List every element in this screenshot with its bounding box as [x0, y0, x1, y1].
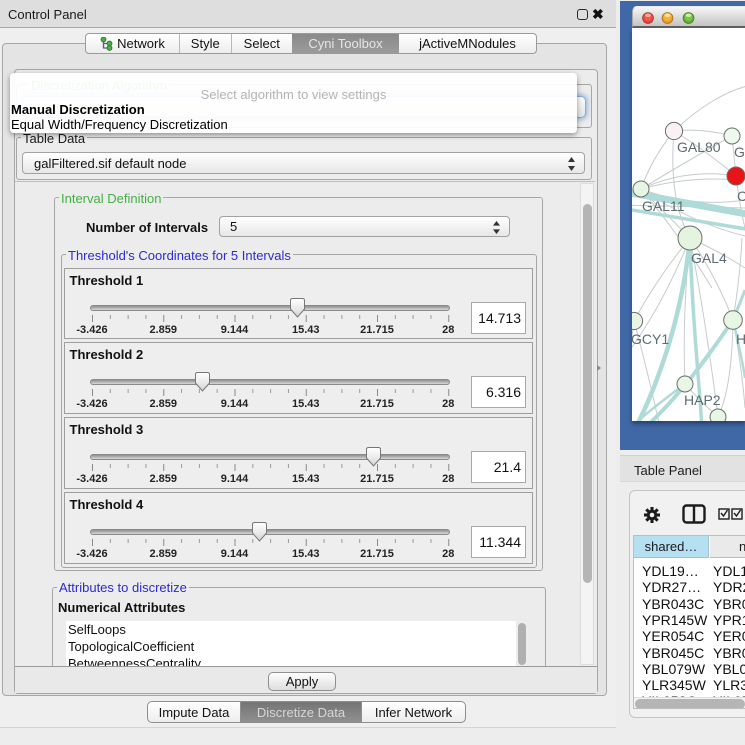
- svg-text:GAL4: GAL4: [691, 250, 727, 266]
- svg-text:HAP2: HAP2: [684, 392, 721, 408]
- svg-text:GAL11: GAL11: [642, 198, 685, 214]
- svg-text:GAL80: GAL80: [677, 139, 721, 155]
- svg-text:C: C: [737, 188, 745, 204]
- svg-text:H: H: [736, 331, 745, 347]
- svg-text:GA: GA: [734, 144, 745, 160]
- svg-text:GCY1: GCY1: [632, 331, 669, 347]
